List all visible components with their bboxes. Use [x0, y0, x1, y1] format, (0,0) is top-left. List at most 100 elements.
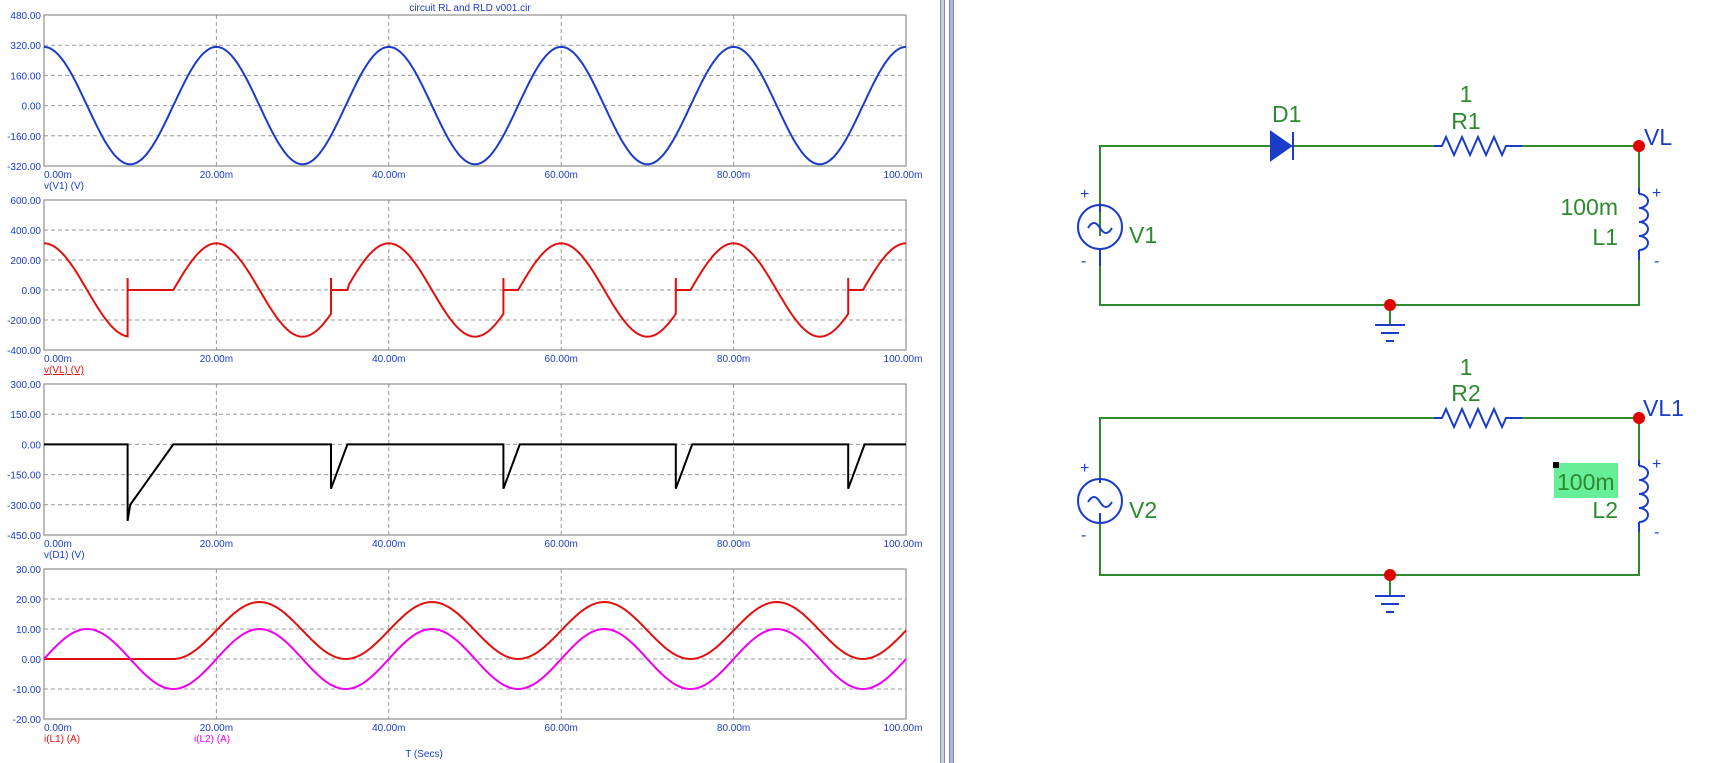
waveform-plot-area: circuit RL and RLD v001.cir 480.00 320.00…: [7, 3, 923, 760]
y-tick-label: -320.00: [7, 162, 41, 173]
inductor-minus-2: -: [1654, 524, 1659, 541]
y-tick-label: 400.00: [10, 226, 41, 237]
series-line-1: [44, 600, 907, 661]
resistor-label: R1: [1451, 108, 1480, 134]
inductor-minus: -: [1654, 253, 1659, 270]
y-tick-label: 0.00: [22, 286, 42, 297]
x-tick-label: 60.00m: [545, 170, 578, 181]
inductor-value: 100m: [1560, 194, 1618, 220]
x-tick-label: 0.00m: [44, 539, 72, 550]
resistor-value-2: 1: [1460, 354, 1473, 380]
x-tick-label: 20.00m: [200, 539, 233, 550]
series-line-1: [44, 242, 906, 338]
x-tick-label: 20.00m: [200, 170, 233, 181]
plot-panel-v-v1[interactable]: 480.00 320.00 160.00 0.00 -160.00 -320.000.00…: [7, 11, 922, 192]
y-tick-label: 30.00: [16, 565, 41, 576]
y-tick-label: -160.00: [7, 132, 41, 143]
y-tick-label: 480.00: [10, 11, 41, 22]
trace-label[interactable]: i(L2) (A): [194, 734, 230, 745]
series-line-1: [43, 45, 907, 166]
y-tick-label: -450.00: [7, 531, 41, 542]
wire-bot-1[interactable]: [1099, 417, 1434, 483]
y-tick-label: -10.00: [13, 685, 42, 696]
plot-panel-v-d1[interactable]: 300.00 150.00 0.00 -150.00 -300.00 -450.000.0…: [7, 380, 922, 561]
series-line-1: [44, 443, 906, 522]
inductor-label: L1: [1592, 224, 1618, 250]
wire-top-1[interactable]: [1099, 145, 1271, 236]
y-tick-label: 0.00: [22, 102, 42, 113]
x-tick-label: 0.00m: [44, 170, 72, 181]
y-tick-label: -400.00: [7, 346, 41, 357]
y-tick-label: 320.00: [10, 41, 41, 52]
x-tick-label: 60.00m: [545, 354, 578, 365]
x-tick-label: 40.00m: [372, 354, 405, 365]
plot-window-title: circuit RL and RLD v001.cir: [409, 3, 531, 14]
plot-frame: [43, 14, 907, 167]
x-tick-label: 20.00m: [200, 354, 233, 365]
trace-label[interactable]: v(D1) (V): [44, 550, 85, 561]
inductor-l2[interactable]: [1638, 460, 1649, 532]
inductor-l1[interactable]: [1638, 188, 1649, 260]
resistor-r1[interactable]: [1434, 134, 1522, 158]
plot-frame: [43, 568, 907, 720]
y-tick-label: 150.00: [10, 410, 41, 421]
x-tick-label: 80.00m: [717, 170, 750, 181]
trace-label[interactable]: v(VL) (V): [44, 365, 84, 376]
trace-label[interactable]: i(L1) (A): [44, 734, 80, 745]
diode-d1[interactable]: [1270, 130, 1294, 162]
splitter-bar[interactable]: [940, 0, 945, 763]
inductor-value-2[interactable]: 100m: [1557, 469, 1615, 495]
wire-top-5[interactable]: [1099, 260, 1640, 306]
plot-panel-v-vl[interactable]: 600.00 400.00 200.00 0.00 -200.00 -400.000.00…: [7, 196, 922, 376]
plot-frame: [43, 383, 907, 536]
resistor-value: 1: [1460, 81, 1473, 107]
wire-bot-4[interactable]: [1099, 513, 1640, 576]
x-tick-label: 40.00m: [372, 170, 405, 181]
plot-frame: [43, 199, 907, 351]
y-tick-label: -20.00: [13, 715, 42, 726]
y-tick-label: 600.00: [10, 196, 41, 207]
source-plus: +: [1080, 186, 1089, 203]
y-tick-label: 300.00: [10, 380, 41, 391]
x-tick-label: 60.00m: [545, 723, 578, 734]
circuit-top: D1 1 R1 VL + - 100m L1 + - V1: [1077, 81, 1672, 342]
selection-handle[interactable]: [1553, 462, 1559, 468]
y-tick-label: 20.00: [16, 595, 41, 606]
resistor-label-2: R2: [1451, 380, 1480, 406]
y-tick-label: 160.00: [10, 71, 41, 82]
y-tick-label: -150.00: [7, 471, 41, 482]
y-tick-label: 200.00: [10, 256, 41, 267]
x-tick-label: 80.00m: [717, 539, 750, 550]
y-tick-label: -300.00: [7, 501, 41, 512]
y-tick-label: 0.00: [22, 440, 42, 451]
x-tick-label: 40.00m: [372, 723, 405, 734]
x-tick-label: 80.00m: [717, 723, 750, 734]
resistor-r2[interactable]: [1434, 406, 1522, 430]
x-tick-label: 100.00m: [884, 354, 923, 365]
x-tick-label: 0.00m: [44, 723, 72, 734]
inductor-label-2: L2: [1592, 497, 1618, 523]
source-minus-2: -: [1081, 527, 1086, 544]
y-tick-label: 10.00: [16, 625, 41, 636]
source-minus: -: [1081, 253, 1086, 270]
trace-label[interactable]: v(V1) (V): [44, 181, 84, 192]
diode-label: D1: [1272, 101, 1301, 127]
x-tick-label: 100.00m: [884, 723, 923, 734]
source-plus-2: +: [1080, 460, 1089, 477]
y-tick-label: 0.00: [22, 655, 42, 666]
x-tick-label: 0.00m: [44, 354, 72, 365]
x-tick-label: 80.00m: [717, 354, 750, 365]
x-tick-label: 20.00m: [200, 723, 233, 734]
circuit-bottom: 1 R2 VL1 + - 100m L2 + - V2: [1077, 354, 1684, 613]
node-label-vl1: VL1: [1643, 395, 1684, 421]
inductor-plus: +: [1652, 185, 1661, 202]
x-tick-label: 100.00m: [884, 170, 923, 181]
schematic-canvas[interactable]: D1 1 R1 VL + - 100m L1 + - V1 1 R2 VL1 +…: [954, 0, 1734, 763]
voltage-source-v2[interactable]: [1077, 478, 1123, 524]
plot-panel-currents[interactable]: 30.00 20.00 10.00 0.00 -10.00 -20.000.00m 20.0…: [13, 565, 923, 760]
x-tick-label: 40.00m: [372, 539, 405, 550]
x-tick-label: 60.00m: [545, 539, 578, 550]
source-label-2: V2: [1129, 497, 1157, 523]
x-axis-label: T (Secs): [405, 749, 443, 760]
source-label: V1: [1129, 222, 1157, 248]
